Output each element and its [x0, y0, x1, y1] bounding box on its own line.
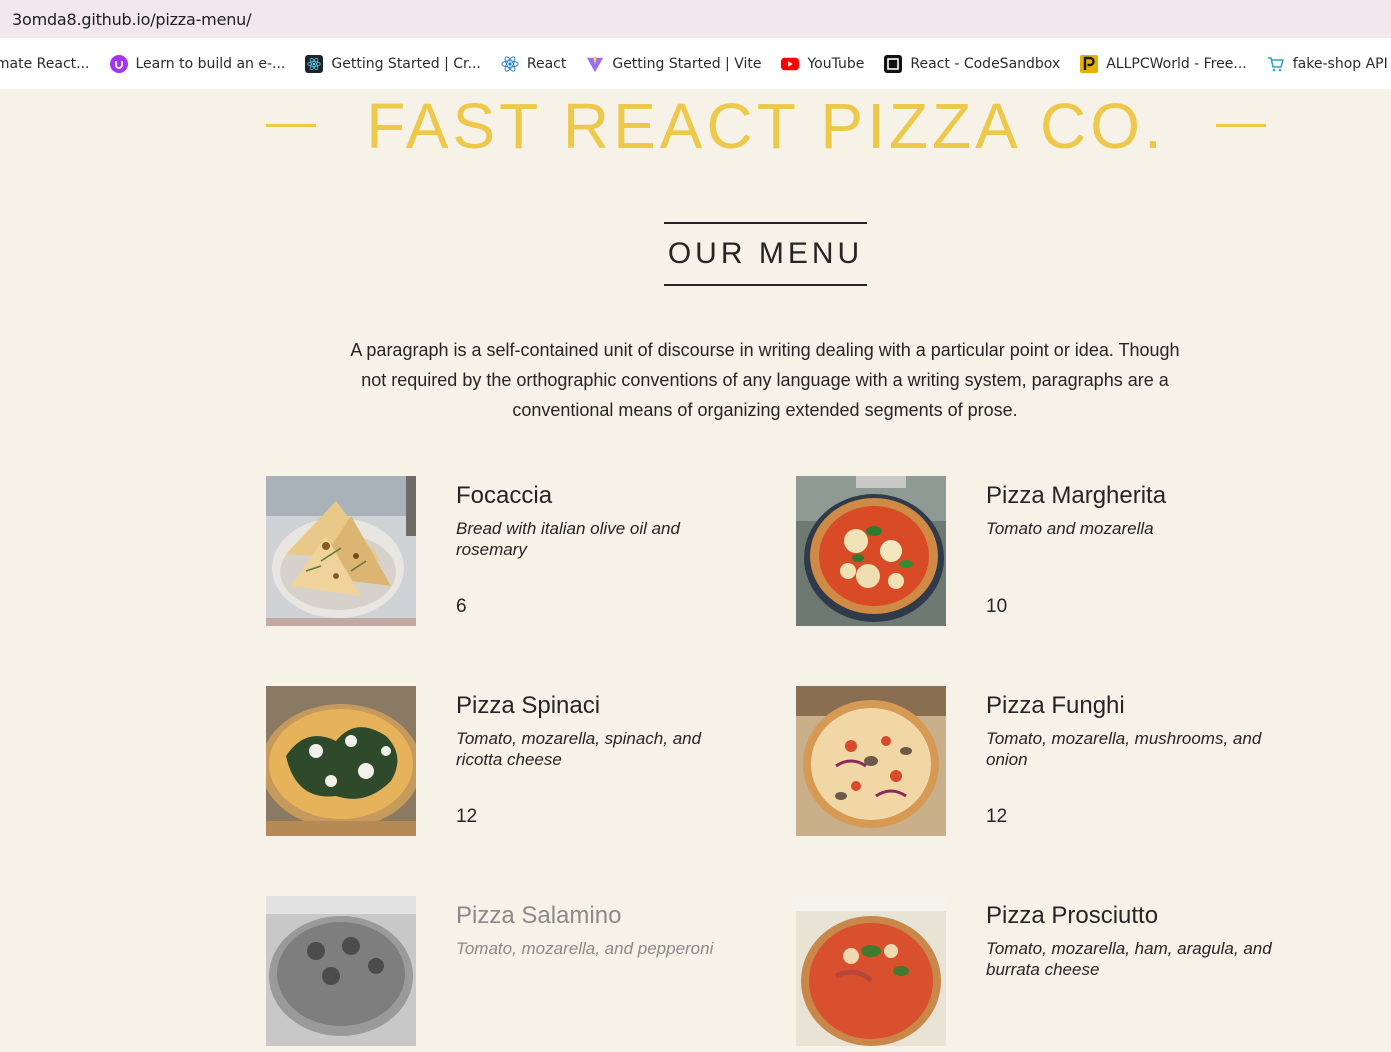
menu-title: OUR MENU [667, 237, 864, 270]
site-header: FAST REACT PIZZA CO. [266, 89, 1266, 164]
pizza-info: Pizza Funghi Tomato, mozarella, mushroom… [986, 686, 1276, 842]
pizza-info: Focaccia Bread with italian olive oil an… [456, 476, 746, 632]
codesandbox-icon [884, 54, 903, 73]
pizza-item-sold-out: Pizza Salamino Tomato, mozarella, and pe… [266, 896, 746, 1046]
bookmark-label: React [526, 55, 567, 72]
pizza-ingredients: Tomato, mozarella, ham, aragula, and bur… [986, 939, 1272, 979]
bookmark-item[interactable]: fake-shop API [1267, 55, 1388, 73]
pizza-item: Pizza Spinaci Tomato, mozarella, spinach… [261, 686, 746, 836]
bookmark-item[interactable]: YouTube [781, 55, 864, 73]
pizza-price: 10 [986, 596, 1008, 617]
bookmark-item[interactable]: Learn to build an e-... [109, 54, 286, 73]
bookmark-label: Getting Started | Cr... [331, 55, 481, 72]
pizza-photo-margherita [796, 476, 946, 626]
bookmark-label: React - CodeSandbox [910, 55, 1061, 72]
site-title: FAST REACT PIZZA CO. [366, 90, 1166, 162]
pizza-price: 12 [986, 806, 1008, 827]
pizza-photo-spinaci [261, 686, 421, 836]
bookmark-label: fake-shop API [1292, 55, 1388, 72]
pizza-name: Pizza Salamino [456, 902, 622, 929]
pizza-price: 12 [456, 806, 478, 827]
pizza-ingredients: Tomato and mozarella [986, 519, 1154, 538]
pizza-name: Pizza Margherita [986, 482, 1167, 509]
pizza-item: Pizza Margherita Tomato and mozarella 10 [796, 476, 1276, 626]
bookmark-item[interactable]: imate React... [0, 56, 90, 72]
bookmark-item[interactable]: React [501, 55, 566, 73]
pizza-ingredients: Tomato, mozarella, and pepperoni [456, 939, 714, 958]
bookmark-label: ALLPCWorld - Free... [1106, 55, 1247, 72]
bookmark-item[interactable]: ALLPCWorld - Free... [1080, 54, 1247, 73]
bookmark-item[interactable]: React - CodeSandbox [884, 54, 1061, 73]
bookmark-label: Getting Started | Vite [612, 55, 762, 72]
pizza-info: Pizza Prosciutto Tomato, mozarella, ham,… [986, 896, 1276, 1052]
cart-icon [1267, 55, 1285, 73]
pizza-photo-funghi [796, 686, 946, 836]
bookmark-item[interactable]: Getting Started | Cr... [305, 54, 481, 73]
menu-heading: OUR MENU [664, 222, 867, 286]
pizza-ingredients: Tomato, mozarella, mushrooms, and onion [986, 729, 1262, 769]
pizza-photo-prosciutto [796, 896, 946, 1046]
udemy-icon [109, 54, 128, 73]
url-text[interactable]: 3omda8.github.io/pizza-menu/ [12, 10, 251, 29]
react-app-icon [305, 54, 324, 73]
header-rule-right [1216, 124, 1266, 127]
bookmark-label: imate React... [0, 55, 90, 72]
page-content: FAST REACT PIZZA CO. OUR MENU A paragrap… [0, 89, 1391, 1046]
react-icon [501, 55, 519, 73]
pizza-info: Pizza Margherita Tomato and mozarella 10 [986, 476, 1276, 632]
bookmark-item[interactable]: Getting Started | Vite [586, 55, 761, 73]
header-rule-left [266, 124, 316, 127]
bookmarks-bar: imate React... Learn to build an e-... G… [0, 38, 1391, 89]
youtube-icon [781, 55, 800, 73]
address-bar[interactable]: 3omda8.github.io/pizza-menu/ [0, 0, 1391, 38]
pizza-price: 6 [456, 596, 467, 617]
allpcworld-icon [1080, 54, 1099, 73]
pizza-name: Focaccia [456, 482, 553, 509]
bookmark-label: YouTube [807, 55, 865, 72]
pizza-photo-salamino [266, 896, 416, 1046]
pizza-photo-focaccia [266, 476, 416, 626]
pizza-name: Pizza Prosciutto [986, 902, 1159, 929]
pizza-name: Pizza Spinaci [456, 692, 601, 719]
pizza-info: Pizza Salamino Tomato, mozarella, and pe… [456, 896, 746, 1052]
pizza-info: Pizza Spinaci Tomato, mozarella, spinach… [456, 686, 746, 842]
pizza-name: Pizza Funghi [986, 692, 1125, 719]
pizza-ingredients: Tomato, mozarella, spinach, and ricotta … [456, 729, 702, 769]
pizza-item: Pizza Funghi Tomato, mozarella, mushroom… [796, 686, 1276, 836]
menu-intro: A paragraph is a self-contained unit of … [350, 340, 1180, 420]
pizza-ingredients: Bread with italian olive oil and rosemar… [456, 519, 680, 559]
vite-icon [586, 55, 604, 73]
pizza-item: Pizza Prosciutto Tomato, mozarella, ham,… [796, 896, 1276, 1046]
bookmark-label: Learn to build an e-... [135, 55, 286, 72]
pizza-item: Focaccia Bread with italian olive oil an… [266, 476, 746, 626]
